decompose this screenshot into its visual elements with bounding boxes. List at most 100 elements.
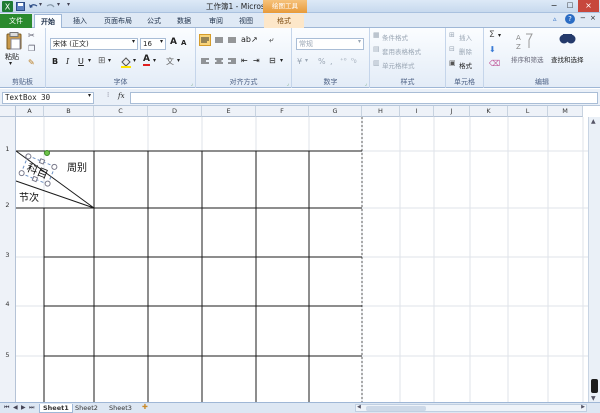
- paste-dropdown-icon[interactable]: ▾: [9, 60, 12, 67]
- currency-dropdown-icon[interactable]: ▾: [305, 57, 308, 64]
- wrap-text-icon[interactable]: ⤶: [269, 35, 273, 45]
- align-center-icon[interactable]: [215, 58, 223, 64]
- insert-function-button[interactable]: fx: [118, 92, 125, 100]
- tab-data[interactable]: 数据: [170, 14, 198, 28]
- row-header-4[interactable]: 4: [0, 300, 16, 356]
- workbook-minimize-icon[interactable]: −: [580, 14, 586, 22]
- tab-home[interactable]: 开始: [34, 14, 62, 28]
- format-painter-icon[interactable]: ✎: [28, 58, 35, 67]
- format-cells-button[interactable]: 格式: [459, 60, 472, 70]
- sheet-tab-3[interactable]: Sheet3: [106, 404, 135, 413]
- clear-icon[interactable]: ⌫: [489, 59, 500, 68]
- vertical-scroll-thumb[interactable]: [591, 379, 598, 393]
- underline-button[interactable]: U: [78, 57, 84, 66]
- sort-filter-button[interactable]: 排序和筛选: [511, 54, 544, 64]
- column-header-b[interactable]: B: [44, 106, 94, 117]
- column-header-e[interactable]: E: [202, 106, 256, 117]
- scroll-right-icon[interactable]: ▶: [581, 404, 585, 410]
- format-as-table-icon[interactable]: ▤: [373, 45, 380, 53]
- number-dialog-launcher-icon[interactable]: ⌟: [365, 81, 367, 87]
- autosum-button[interactable]: Σ: [489, 30, 495, 40]
- font-name-combobox[interactable]: 宋体 (正文): [50, 38, 138, 50]
- tab-formulas[interactable]: 公式: [140, 14, 168, 28]
- merge-center-icon[interactable]: ⊟: [269, 56, 276, 65]
- shrink-font-button[interactable]: A: [181, 39, 186, 47]
- row-header-3[interactable]: 3: [0, 251, 16, 306]
- increase-indent-icon[interactable]: ⇥: [253, 56, 260, 65]
- insert-cells-icon[interactable]: ⊞: [449, 31, 455, 39]
- column-header-l[interactable]: L: [508, 106, 548, 117]
- customize-quick-access-icon[interactable]: ▾: [67, 1, 70, 8]
- column-header-g[interactable]: G: [309, 106, 362, 117]
- formula-input[interactable]: [130, 92, 598, 104]
- worksheet-grid[interactable]: A B C D E F G H I J K L M 1 2 3 4 5 6 周别…: [0, 106, 600, 402]
- column-header-i[interactable]: I: [400, 106, 434, 117]
- column-header-a[interactable]: A: [16, 106, 44, 117]
- row-header-2[interactable]: 2: [0, 201, 16, 257]
- sheet-tab-1[interactable]: Sheet1: [39, 404, 73, 413]
- column-header-c[interactable]: C: [94, 106, 148, 117]
- close-icon[interactable]: ×: [578, 0, 599, 12]
- tab-view[interactable]: 视图: [232, 14, 260, 28]
- copy-icon[interactable]: ❐: [28, 44, 35, 53]
- column-header-m[interactable]: M: [548, 106, 583, 117]
- save-icon[interactable]: [16, 2, 25, 11]
- ribbon-minimize-icon[interactable]: ▵: [553, 15, 557, 23]
- percent-button[interactable]: %: [318, 57, 326, 66]
- insert-sheet-icon[interactable]: ✚: [142, 403, 148, 411]
- cut-icon[interactable]: ✂: [28, 31, 35, 40]
- horizontal-scrollbar[interactable]: ◀ ▶: [355, 404, 587, 412]
- undo-icon[interactable]: [28, 2, 38, 11]
- bottom-align-icon[interactable]: [228, 37, 236, 43]
- italic-button[interactable]: I: [66, 57, 69, 66]
- maximize-icon[interactable]: □: [562, 0, 578, 12]
- paste-icon[interactable]: [6, 32, 22, 50]
- column-header-h[interactable]: H: [362, 106, 400, 117]
- font-color-button[interactable]: A: [143, 55, 150, 66]
- number-format-dropdown-icon[interactable]: ▾: [358, 38, 361, 45]
- phonetic-icon[interactable]: 文: [166, 56, 174, 67]
- underline-dropdown-icon[interactable]: ▾: [88, 57, 91, 64]
- workbook-close-icon[interactable]: ×: [590, 14, 596, 22]
- tab-page-layout[interactable]: 页面布局: [98, 14, 138, 28]
- last-sheet-icon[interactable]: ⏭: [29, 404, 34, 412]
- next-sheet-icon[interactable]: ▶: [21, 404, 26, 411]
- conditional-format-icon[interactable]: ▦: [373, 31, 380, 39]
- align-right-icon[interactable]: [228, 58, 236, 64]
- currency-icon[interactable]: ¥: [297, 57, 302, 66]
- conditional-format-button[interactable]: 条件格式: [382, 32, 408, 42]
- borders-icon[interactable]: ⊞: [98, 56, 106, 66]
- column-header-j[interactable]: J: [434, 106, 470, 117]
- decrease-indent-icon[interactable]: ⇤: [241, 56, 248, 65]
- horizontal-scroll-thumb[interactable]: [366, 406, 426, 411]
- bold-button[interactable]: B: [52, 57, 58, 66]
- prev-sheet-icon[interactable]: ◀: [13, 404, 18, 411]
- rotation-handle-icon[interactable]: [44, 150, 50, 156]
- tab-review[interactable]: 审阅: [202, 14, 230, 28]
- phonetic-dropdown-icon[interactable]: ▾: [177, 57, 180, 64]
- comma-button[interactable]: ,: [330, 57, 333, 66]
- row-header-1[interactable]: 1: [0, 117, 16, 208]
- help-icon[interactable]: ?: [565, 14, 575, 24]
- autosum-dropdown-icon[interactable]: ▾: [498, 32, 501, 39]
- redo-dropdown-icon[interactable]: ▾: [57, 1, 60, 8]
- fill-color-dropdown-icon[interactable]: ▾: [133, 57, 136, 64]
- middle-align-icon[interactable]: [215, 37, 223, 43]
- find-select-button[interactable]: 查找和选择: [551, 54, 584, 64]
- fill-icon[interactable]: ⬇: [489, 45, 496, 54]
- borders-dropdown-icon[interactable]: ▾: [108, 57, 111, 64]
- merge-dropdown-icon[interactable]: ▾: [280, 57, 283, 64]
- tab-file[interactable]: 文件: [0, 14, 32, 28]
- vertical-scrollbar[interactable]: ▲ ▼: [588, 117, 600, 402]
- delete-cells-icon[interactable]: ⊟: [449, 45, 455, 53]
- increase-decimal-icon[interactable]: ⁺⁰: [340, 57, 347, 65]
- tab-insert[interactable]: 插入: [66, 14, 94, 28]
- font-size-dropdown-icon[interactable]: ▾: [160, 38, 163, 45]
- alignment-dialog-launcher-icon[interactable]: ⌟: [287, 81, 289, 87]
- name-box[interactable]: TextBox 30: [2, 92, 94, 104]
- find-select-icon[interactable]: [558, 31, 576, 49]
- first-sheet-icon[interactable]: ⏮: [4, 404, 9, 412]
- cell-styles-icon[interactable]: ▥: [373, 59, 380, 67]
- insert-cells-button[interactable]: 插入: [459, 32, 472, 42]
- grow-font-button[interactable]: A: [170, 37, 177, 47]
